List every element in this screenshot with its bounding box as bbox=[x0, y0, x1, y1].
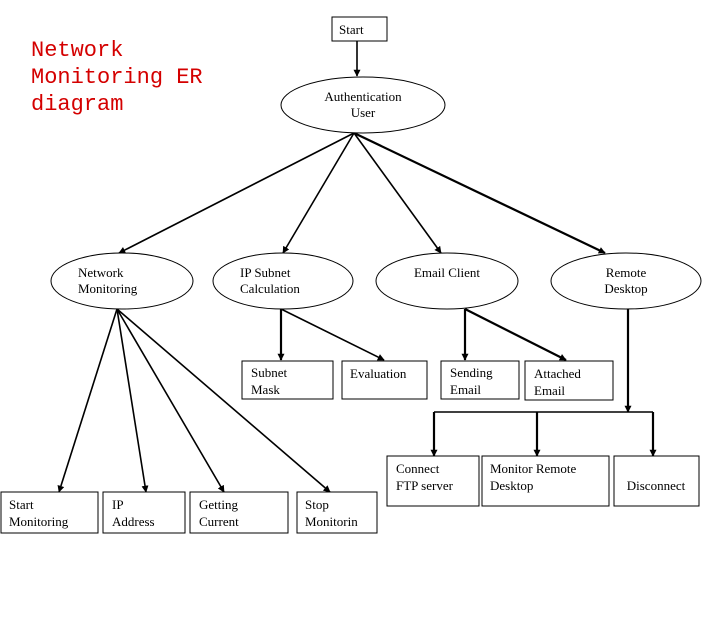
node-network-monitoring[interactable]: Network Monitoring bbox=[50, 252, 194, 310]
node-evaluation[interactable]: Evaluation bbox=[341, 360, 428, 400]
node-disconnect[interactable]: Disconnect bbox=[613, 455, 700, 507]
node-label: Attached bbox=[534, 366, 581, 381]
node-label: IP bbox=[112, 497, 124, 512]
node-label: Getting bbox=[199, 497, 238, 512]
node-monitor-remote-desktop[interactable]: Monitor Remote Desktop bbox=[481, 455, 610, 507]
node-label: Stop bbox=[305, 497, 329, 512]
title-line-3: diagram bbox=[31, 92, 123, 117]
node-label: Desktop bbox=[490, 478, 533, 493]
node-label: Start bbox=[9, 497, 34, 512]
node-label: Calculation bbox=[240, 281, 300, 296]
node-ip-address[interactable]: IP Address bbox=[102, 491, 186, 534]
node-getting-current[interactable]: Getting Current bbox=[189, 491, 289, 534]
node-label: Monitoring bbox=[9, 514, 69, 529]
node-label: Address bbox=[112, 514, 155, 529]
node-label: Connect bbox=[396, 461, 440, 476]
node-label: Monitorin bbox=[305, 514, 358, 529]
node-label: FTP server bbox=[396, 478, 454, 493]
node-label: Evaluation bbox=[350, 366, 407, 381]
node-label: Desktop bbox=[604, 281, 647, 296]
node-label: Authentication bbox=[324, 89, 402, 104]
node-subnet-mask[interactable]: Subnet Mask bbox=[241, 360, 334, 400]
node-label: User bbox=[351, 105, 376, 120]
node-label: Network bbox=[78, 265, 124, 280]
node-label: Remote bbox=[606, 265, 647, 280]
edge-auth-to-remote-desktop bbox=[353, 132, 606, 254]
edge-email-to-attached-email bbox=[464, 308, 567, 361]
node-label: Start bbox=[339, 22, 364, 37]
node-auth-user[interactable]: Authentication User bbox=[280, 76, 446, 134]
node-sending-email[interactable]: Sending Email bbox=[440, 360, 520, 400]
node-email-client[interactable]: Email Client bbox=[375, 252, 519, 310]
node-ip-subnet-calculation[interactable]: IP Subnet Calculation bbox=[212, 252, 354, 310]
edge-nm-to-start-monitoring bbox=[57, 308, 118, 493]
node-label: Sending bbox=[450, 365, 493, 380]
title-line-2: Monitoring ER bbox=[31, 65, 203, 90]
edge-ip-subnet-to-evaluation bbox=[280, 308, 385, 361]
er-diagram: Network Monitoring ER diagram Start Auth… bbox=[0, 16, 702, 534]
node-label: Email bbox=[450, 382, 481, 397]
node-label: Disconnect bbox=[627, 478, 686, 493]
node-label: Monitoring bbox=[78, 281, 138, 296]
node-label: Email Client bbox=[414, 265, 480, 280]
node-remote-desktop[interactable]: Remote Desktop bbox=[550, 252, 702, 310]
edge-auth-to-email-client bbox=[353, 132, 442, 254]
title-line-1: Network bbox=[31, 38, 123, 63]
diagram-title: Network Monitoring ER diagram bbox=[31, 38, 203, 117]
node-stop-monitoring[interactable]: Stop Monitorin bbox=[296, 491, 378, 534]
node-attached-email[interactable]: Attached Email bbox=[524, 360, 614, 401]
node-label: Email bbox=[534, 383, 565, 398]
node-start[interactable]: Start bbox=[331, 16, 388, 42]
edge-nm-to-ip-address bbox=[116, 308, 149, 493]
node-label: Current bbox=[199, 514, 239, 529]
node-label: Monitor Remote bbox=[490, 461, 577, 476]
edge-nm-to-stop-monitoring bbox=[116, 308, 331, 493]
node-label: Mask bbox=[251, 382, 280, 397]
node-connect-ftp-server[interactable]: Connect FTP server bbox=[386, 455, 480, 507]
node-label: IP Subnet bbox=[240, 265, 291, 280]
edge-nm-to-getting-current bbox=[116, 308, 225, 493]
node-label: Subnet bbox=[251, 365, 288, 380]
node-start-monitoring[interactable]: Start Monitoring bbox=[0, 491, 99, 534]
